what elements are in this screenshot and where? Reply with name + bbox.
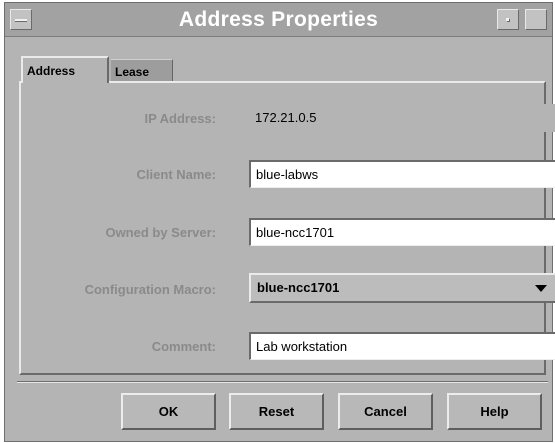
comment-label: Comment:: [151, 339, 216, 354]
address-properties-dialog: Address Properties Address Lease IP Addr…: [4, 2, 555, 442]
help-button[interactable]: Help: [447, 393, 542, 430]
maximize-button[interactable]: [525, 9, 547, 30]
reset-button[interactable]: Reset: [229, 393, 324, 430]
ip-address-value: 172.21.0.5: [249, 104, 555, 132]
configuration-macro-label: Configuration Macro:: [84, 282, 216, 297]
client-name-field[interactable]: blue-labws: [249, 160, 555, 188]
tab-lease-label: Lease: [115, 65, 150, 79]
chevron-down-icon: [535, 285, 547, 292]
ip-address-label: IP Address:: [144, 111, 216, 126]
configuration-macro-select[interactable]: blue-ncc1701: [249, 273, 555, 303]
window-menu-button[interactable]: [10, 9, 32, 30]
comment-field[interactable]: Lab workstation: [249, 332, 555, 360]
button-separator: [17, 381, 548, 383]
title-bar[interactable]: Address Properties: [5, 3, 552, 37]
window-title: Address Properties: [178, 8, 379, 31]
tab-lease[interactable]: Lease: [111, 59, 173, 83]
window-menu-icon: [15, 19, 27, 21]
ok-button[interactable]: OK: [121, 393, 216, 430]
tab-address-label: Address: [27, 64, 76, 78]
owned-by-server-field[interactable]: blue-ncc1701: [249, 218, 555, 246]
minimize-button[interactable]: [497, 9, 519, 30]
cancel-button[interactable]: Cancel: [338, 393, 433, 430]
minimize-icon: [506, 18, 509, 21]
tab-address[interactable]: Address: [21, 56, 109, 83]
client-name-label: Client Name:: [136, 167, 216, 182]
configuration-macro-value: blue-ncc1701: [257, 280, 340, 295]
address-tab-panel: IP Address: 172.21.0.5 Client Name: blue…: [19, 81, 555, 375]
owned-by-server-label: Owned by Server:: [105, 225, 216, 240]
